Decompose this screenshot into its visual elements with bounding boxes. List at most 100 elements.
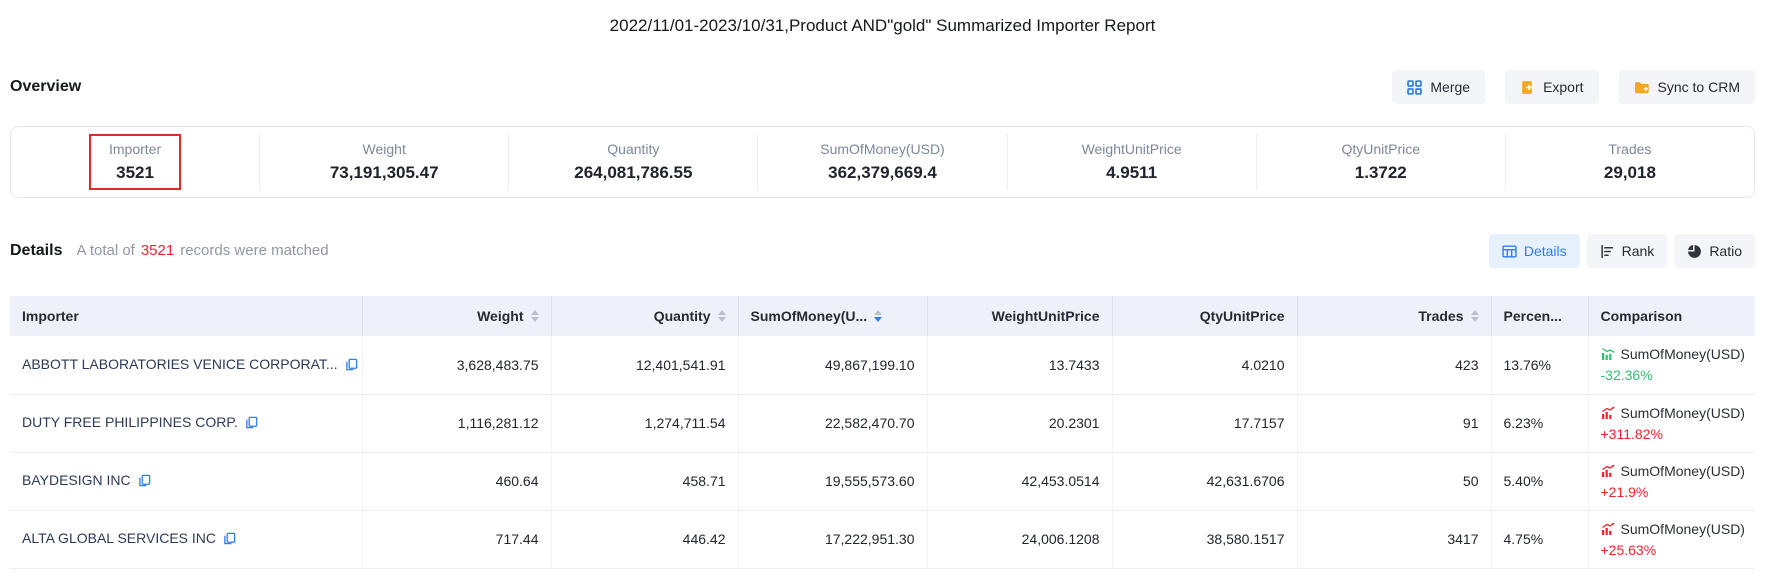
qty-unit-price-cell: 17.7157 [1112, 394, 1297, 452]
trend-up-chart-icon [1601, 522, 1615, 536]
table-row: ALTA GLOBAL SERVICES INC 717.44 446.42 1… [10, 510, 1755, 568]
copy-icon[interactable] [138, 474, 151, 490]
sort-icon[interactable] [1471, 310, 1479, 322]
stat-value: 4.9511 [1106, 163, 1157, 183]
stat-weight-unit-price: WeightUnitPrice 4.9511 [1008, 134, 1257, 190]
comparison-metric-label: SumOfMoney(USD) [1621, 405, 1745, 421]
percent-cell: 4.75% [1491, 510, 1588, 568]
view-switch: Details Rank Ratio [1489, 234, 1755, 268]
stat-label: Weight [363, 141, 406, 157]
column-header-weight[interactable]: Weight [362, 296, 551, 336]
overview-section-bar: Overview Merge Export Sync to CRM [10, 70, 1755, 104]
weight-cell: 717.44 [362, 510, 551, 568]
tab-ratio[interactable]: Ratio [1674, 234, 1755, 268]
tab-details[interactable]: Details [1489, 234, 1580, 268]
comparison-metric-label: SumOfMoney(USD) [1621, 521, 1745, 537]
importer-name-cell[interactable]: DUTY FREE PHILIPPINES CORP. [10, 394, 362, 452]
copy-icon[interactable] [223, 532, 236, 548]
column-header-sum-of-money[interactable]: SumOfMoney(U... [738, 296, 927, 336]
table-row: BAYDESIGN INC 460.64 458.71 19,555,573.6… [10, 452, 1755, 510]
percent-cell: 13.76% [1491, 336, 1588, 394]
stat-label: Trades [1608, 141, 1651, 157]
weight-cell: 1,116,281.12 [362, 394, 551, 452]
comparison-cell: SumOfMoney(USD) +311.82% [1588, 394, 1755, 452]
column-header-qty-unit-price: QtyUnitPrice [1112, 296, 1297, 336]
trades-cell: 91 [1297, 394, 1491, 452]
sync-to-crm-button[interactable]: Sync to CRM [1619, 70, 1755, 104]
stat-importer: Importer 3521 [11, 134, 260, 190]
comparison-cell: SumOfMoney(USD) +25.63% [1588, 510, 1755, 568]
tab-ratio-label: Ratio [1709, 243, 1742, 259]
comparison-change-value: -32.36% [1601, 367, 1744, 383]
sort-icon-active-desc[interactable] [874, 310, 882, 322]
quantity-cell: 458.71 [551, 452, 738, 510]
export-button-label: Export [1543, 79, 1583, 95]
importer-table: Importer Weight Quantity SumOfMoney(U...… [10, 296, 1755, 569]
importer-name-cell[interactable]: ALTA GLOBAL SERVICES INC [10, 510, 362, 568]
sort-icon[interactable] [718, 310, 726, 322]
column-header-trades[interactable]: Trades [1297, 296, 1491, 336]
match-count: 3521 [135, 242, 180, 259]
weight-unit-price-cell: 24,006.1208 [927, 510, 1112, 568]
trend-up-chart-icon [1601, 464, 1615, 478]
tab-rank[interactable]: Rank [1587, 234, 1668, 268]
column-header-weight-unit-price: WeightUnitPrice [927, 296, 1112, 336]
table-grid-icon [1502, 244, 1517, 259]
column-header-comparison: Comparison [1588, 296, 1755, 336]
details-section-bar: Details A total of3521records were match… [10, 234, 1755, 268]
importer-name-cell[interactable]: BAYDESIGN INC [10, 452, 362, 510]
comparison-change-value: +311.82% [1601, 426, 1744, 442]
comparison-change-value: +25.63% [1601, 542, 1744, 558]
page-title: 2022/11/01-2023/10/31,Product AND"gold" … [0, 0, 1765, 37]
tab-rank-label: Rank [1622, 243, 1655, 259]
qty-unit-price-cell: 42,631.6706 [1112, 452, 1297, 510]
table-row: ABBOTT LABORATORIES VENICE CORPORAT... 3… [10, 336, 1755, 394]
sum-cell: 19,555,573.60 [738, 452, 927, 510]
stat-label: QtyUnitPrice [1341, 141, 1420, 157]
quantity-cell: 446.42 [551, 510, 738, 568]
column-header-percent: Percen... [1491, 296, 1588, 336]
tab-details-label: Details [1524, 243, 1567, 259]
stat-label: SumOfMoney(USD) [820, 141, 944, 157]
stat-value: 362,379,669.4 [828, 163, 937, 183]
trend-up-chart-icon [1601, 406, 1615, 420]
sum-cell: 17,222,951.30 [738, 510, 927, 568]
sum-cell: 49,867,199.10 [738, 336, 927, 394]
stat-sum-of-money: SumOfMoney(USD) 362,379,669.4 [758, 134, 1007, 190]
details-heading: Details [10, 242, 62, 260]
stat-weight: Weight 73,191,305.47 [260, 134, 509, 190]
stat-value: 264,081,786.55 [574, 163, 692, 183]
weight-unit-price-cell: 20.2301 [927, 394, 1112, 452]
overview-stats-card: Importer 3521 Weight 73,191,305.47 Quant… [10, 126, 1755, 198]
weight-cell: 3,628,483.75 [362, 336, 551, 394]
comparison-metric-label: SumOfMoney(USD) [1621, 463, 1745, 479]
weight-cell: 460.64 [362, 452, 551, 510]
comparison-metric-label: SumOfMoney(USD) [1621, 346, 1745, 362]
quantity-cell: 12,401,541.91 [551, 336, 738, 394]
stat-label: Quantity [607, 141, 659, 157]
column-header-importer: Importer [10, 296, 362, 336]
trades-cell: 3417 [1297, 510, 1491, 568]
qty-unit-price-cell: 38,580.1517 [1112, 510, 1297, 568]
merge-icon [1407, 80, 1422, 95]
qty-unit-price-cell: 4.0210 [1112, 336, 1297, 394]
sum-cell: 22,582,470.70 [738, 394, 927, 452]
stat-label: WeightUnitPrice [1082, 141, 1182, 157]
trades-cell: 423 [1297, 336, 1491, 394]
weight-unit-price-cell: 13.7433 [927, 336, 1112, 394]
sort-icon[interactable] [531, 310, 539, 322]
stat-qty-unit-price: QtyUnitPrice 1.3722 [1257, 134, 1506, 190]
importer-name-cell[interactable]: ABBOTT LABORATORIES VENICE CORPORAT... [10, 336, 362, 394]
comparison-cell: SumOfMoney(USD) -32.36% [1588, 336, 1755, 394]
copy-icon[interactable] [245, 416, 258, 432]
stat-value: 3521 [116, 163, 154, 183]
importer-highlight-box: Importer 3521 [89, 134, 181, 190]
copy-icon[interactable] [345, 358, 358, 374]
merge-button[interactable]: Merge [1392, 70, 1485, 104]
percent-cell: 6.23% [1491, 394, 1588, 452]
stat-value: 1.3722 [1355, 163, 1407, 183]
export-button[interactable]: Export [1505, 70, 1598, 104]
stat-quantity: Quantity 264,081,786.55 [509, 134, 758, 190]
merge-button-label: Merge [1430, 79, 1470, 95]
column-header-quantity[interactable]: Quantity [551, 296, 738, 336]
